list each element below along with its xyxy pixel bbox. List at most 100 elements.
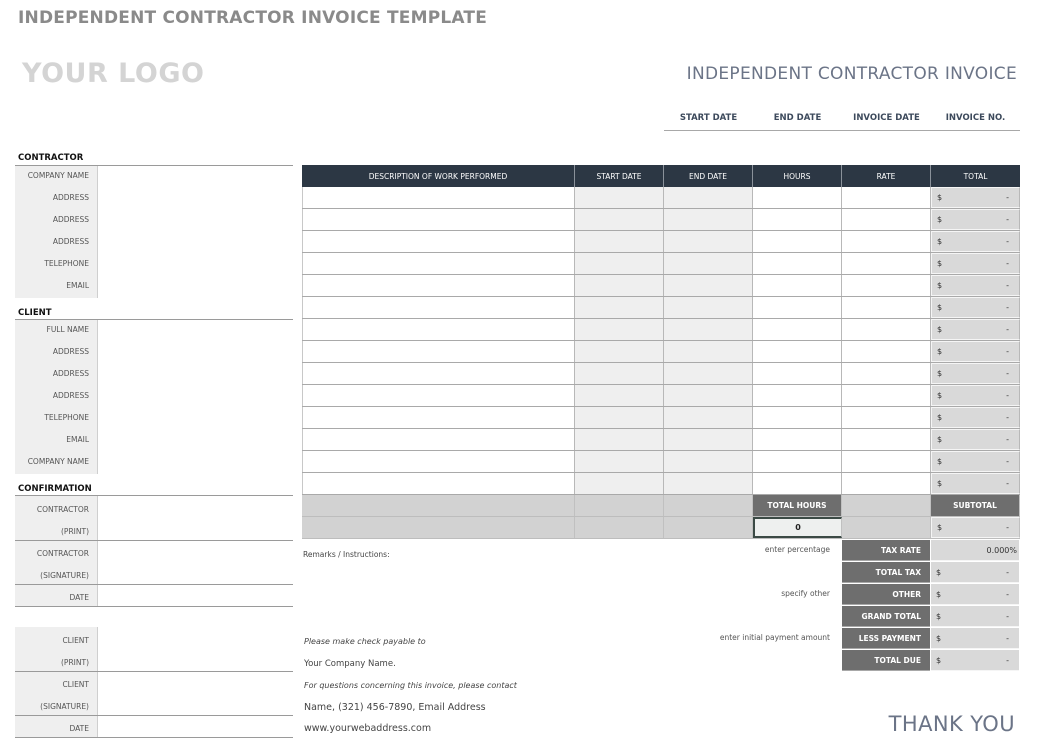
description-cell[interactable] (302, 341, 575, 362)
grand-total-value[interactable]: $ - (931, 606, 1019, 627)
description-cell[interactable] (302, 187, 575, 208)
start-date-cell[interactable] (575, 209, 664, 230)
hours-cell[interactable] (753, 253, 842, 274)
client-input-area[interactable] (99, 320, 293, 474)
description-cell[interactable] (302, 231, 575, 252)
client-date-field[interactable] (99, 716, 293, 737)
end-date-cell[interactable] (664, 363, 753, 384)
hours-cell[interactable] (753, 231, 842, 252)
client-signature-field[interactable] (99, 672, 293, 715)
rate-cell[interactable] (842, 275, 931, 296)
start-date-cell[interactable] (575, 451, 664, 472)
less-payment-value[interactable]: $ - (931, 628, 1019, 649)
currency-symbol: $ (937, 259, 943, 268)
end-date-cell[interactable] (664, 209, 753, 230)
end-date-cell[interactable] (664, 407, 753, 428)
start-date-cell[interactable] (575, 385, 664, 406)
end-date-cell[interactable] (664, 231, 753, 252)
end-date-cell[interactable] (664, 187, 753, 208)
end-date-cell[interactable] (664, 253, 753, 274)
rate-cell[interactable] (842, 429, 931, 450)
invoice-meta-header: START DATE END DATE INVOICE DATE INVOICE… (664, 113, 1020, 131)
total-due-value[interactable]: $ - (931, 650, 1019, 671)
description-cell[interactable] (302, 275, 575, 296)
rate-cell[interactable] (842, 451, 931, 472)
start-date-cell[interactable] (575, 319, 664, 340)
line-total-amount: - (1006, 237, 1009, 246)
description-cell[interactable] (302, 253, 575, 274)
hours-cell[interactable] (753, 385, 842, 406)
hours-cell[interactable] (753, 473, 842, 494)
rate-cell[interactable] (842, 385, 931, 406)
less-payment-amount: - (1006, 633, 1009, 643)
start-date-cell[interactable] (575, 473, 664, 494)
hours-cell[interactable] (753, 363, 842, 384)
table-row: $ - (302, 363, 1020, 385)
end-date-cell[interactable] (664, 473, 753, 494)
contractor-date-field[interactable] (99, 585, 293, 606)
hours-cell[interactable] (753, 319, 842, 340)
start-date-cell[interactable] (575, 363, 664, 384)
tax-rate-value[interactable]: 0.000% (931, 540, 1019, 561)
client-print-field[interactable] (99, 627, 293, 671)
rate-cell[interactable] (842, 297, 931, 318)
end-date-cell[interactable] (664, 297, 753, 318)
rate-cell[interactable] (842, 253, 931, 274)
start-date-cell[interactable] (575, 407, 664, 428)
start-date-cell[interactable] (575, 187, 664, 208)
rate-cell[interactable] (842, 319, 931, 340)
work-table: DESCRIPTION OF WORK PERFORMED START DATE… (302, 165, 1020, 539)
contractor-input-area[interactable] (99, 166, 293, 298)
hours-cell[interactable] (753, 209, 842, 230)
description-cell[interactable] (302, 473, 575, 494)
description-cell[interactable] (302, 429, 575, 450)
start-date-cell[interactable] (575, 297, 664, 318)
rate-cell[interactable] (842, 209, 931, 230)
line-total-amount: - (1006, 479, 1009, 488)
description-cell[interactable] (302, 319, 575, 340)
end-date-cell[interactable] (664, 385, 753, 406)
description-cell[interactable] (302, 407, 575, 428)
remarks-input[interactable] (302, 562, 742, 622)
table-row: $ - (302, 473, 1020, 495)
hours-cell[interactable] (753, 407, 842, 428)
end-date-cell[interactable] (664, 341, 753, 362)
description-cell[interactable] (302, 209, 575, 230)
rate-cell[interactable] (842, 473, 931, 494)
contractor-print-field[interactable] (99, 496, 293, 540)
other-value[interactable]: $ - (931, 584, 1019, 605)
hours-cell[interactable] (753, 187, 842, 208)
rate-cell[interactable] (842, 187, 931, 208)
hours-cell[interactable] (753, 297, 842, 318)
client-company-name-label: COMPANY NAME (27, 457, 89, 466)
line-total-amount: - (1006, 215, 1009, 224)
end-date-cell[interactable] (664, 319, 753, 340)
description-cell[interactable] (302, 297, 575, 318)
start-date-cell[interactable] (575, 341, 664, 362)
end-date-cell[interactable] (664, 429, 753, 450)
description-cell[interactable] (302, 363, 575, 384)
hours-cell[interactable] (753, 451, 842, 472)
hours-cell[interactable] (753, 275, 842, 296)
rate-cell[interactable] (842, 363, 931, 384)
rate-cell[interactable] (842, 341, 931, 362)
contractor-heading: CONTRACTOR (18, 153, 84, 163)
start-date-cell[interactable] (575, 429, 664, 450)
rate-cell[interactable] (842, 231, 931, 252)
hours-cell[interactable] (753, 341, 842, 362)
contractor-signature-field[interactable] (99, 541, 293, 584)
start-date-cell[interactable] (575, 231, 664, 252)
total-tax-value[interactable]: $ - (931, 562, 1019, 583)
print-sublabel: (PRINT) (61, 658, 89, 667)
rate-cell[interactable] (842, 407, 931, 428)
line-total-cell: $ - (931, 319, 1020, 340)
hours-cell[interactable] (753, 429, 842, 450)
start-date-cell[interactable] (575, 275, 664, 296)
end-date-cell[interactable] (664, 275, 753, 296)
description-cell[interactable] (302, 451, 575, 472)
contractor-signature-label: CONTRACTOR (36, 549, 89, 558)
start-date-cell[interactable] (575, 253, 664, 274)
end-date-cell[interactable] (664, 451, 753, 472)
currency-symbol: $ (937, 457, 943, 466)
description-cell[interactable] (302, 385, 575, 406)
